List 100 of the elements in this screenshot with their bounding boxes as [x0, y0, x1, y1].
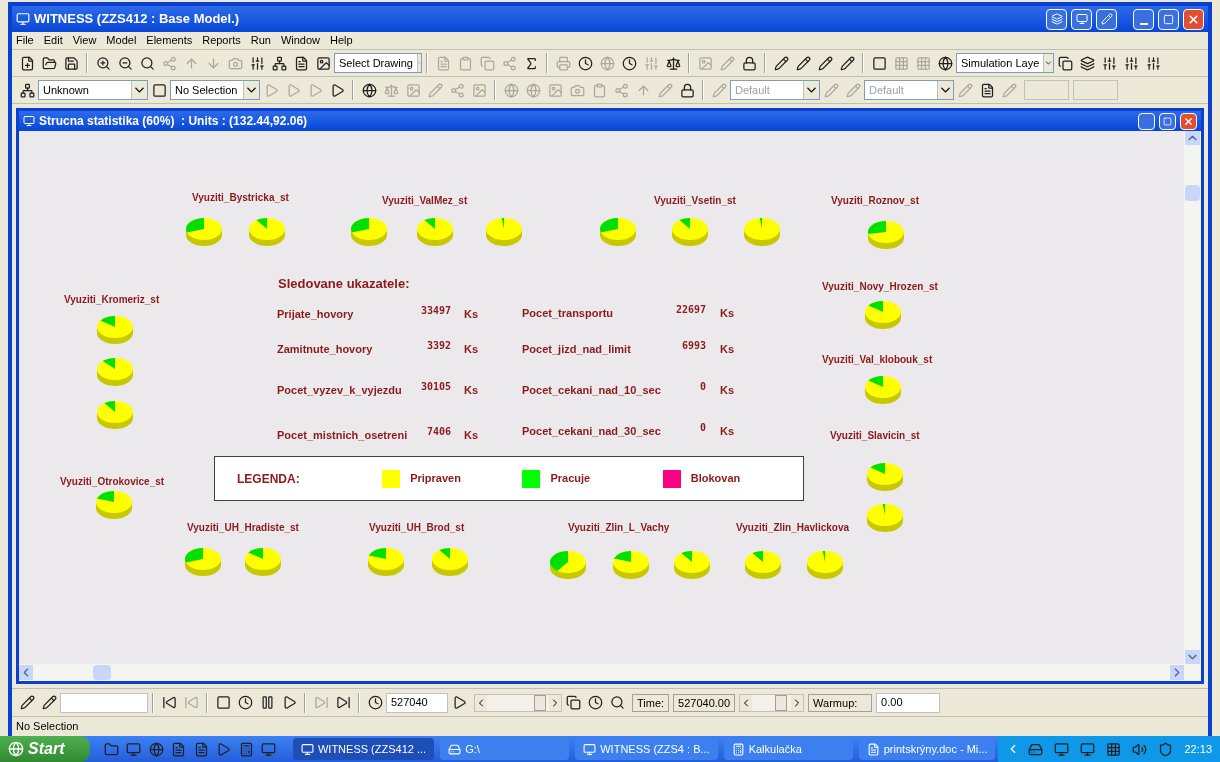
- utilization-pie: [243, 547, 283, 577]
- utilization-pie: [611, 550, 651, 580]
- title-tool-button[interactable]: [1096, 8, 1117, 30]
- selection-select[interactable]: No Selection: [170, 80, 260, 100]
- document-title: Strucna statistika (60%) : Units : (132.44,92.06): [39, 113, 308, 130]
- utilization-pie: [742, 217, 782, 247]
- scrollbar-thumb[interactable]: [1185, 185, 1200, 201]
- maximize-button[interactable]: [1159, 112, 1176, 130]
- indicator-unit: Ks: [720, 424, 735, 439]
- title-tool-button[interactable]: [1071, 8, 1092, 30]
- utilization-pie: [349, 217, 389, 247]
- slider-thumb[interactable]: [533, 694, 546, 711]
- drawing-select[interactable]: Select Drawing: [334, 53, 422, 73]
- menu-item[interactable]: Edit: [43, 32, 63, 49]
- utilization-pie: [95, 357, 135, 387]
- utilization-pie: [366, 547, 406, 577]
- speed-slider[interactable]: [487, 694, 549, 711]
- stats-title: Sledovane ukazatele:: [278, 275, 410, 293]
- station-label: Vyuziti_Val_klobouk_st: [822, 353, 933, 367]
- time-field: 527040.00: [673, 693, 736, 712]
- time-slider[interactable]: [752, 694, 792, 711]
- utilization-pie: [95, 400, 135, 430]
- minimize-button[interactable]: [1133, 8, 1154, 30]
- menu-item[interactable]: View: [72, 32, 97, 49]
- indicator-value: 6993: [681, 339, 706, 353]
- blank-field[interactable]: [1024, 80, 1069, 100]
- close-button[interactable]: [1183, 8, 1204, 30]
- taskbar-button[interactable]: printskrýny.doc - Mi...: [858, 738, 996, 760]
- station-label: Vyuziti_UH_Brod_st: [369, 521, 465, 535]
- scroll-right-icon[interactable]: [1170, 665, 1184, 680]
- utilization-pie: [247, 217, 287, 247]
- indicator-value: 0: [699, 421, 706, 435]
- legend-label: Pripraven: [410, 471, 461, 487]
- dropdown-icon: [243, 81, 259, 99]
- station-label: Vyuziti_Vsetin_st: [654, 194, 736, 208]
- indicator-value: 22697: [675, 303, 706, 317]
- minimize-button[interactable]: [1138, 112, 1155, 130]
- menu-item[interactable]: Help: [330, 32, 353, 49]
- indicator-unit: Ks: [464, 383, 479, 398]
- menu-item[interactable]: File: [16, 32, 34, 49]
- scrollbar-thumb[interactable]: [93, 665, 111, 680]
- scroll-left-icon[interactable]: [19, 665, 33, 680]
- horizontal-scrollbar[interactable]: [19, 664, 1201, 681]
- taskbar-button[interactable]: WITNESS (ZZS4 : B...: [575, 738, 718, 760]
- text-field[interactable]: [60, 692, 148, 713]
- indicator-label: Zamitnute_hovory: [277, 342, 373, 357]
- utilization-pie: [865, 503, 905, 533]
- utilization-pie: [184, 217, 224, 247]
- window-title: WITNESS (ZZS412 : Base Model.): [34, 10, 240, 29]
- indicator-label: Pocet_cekani_nad_10_sec: [522, 383, 661, 398]
- app-icon: [300, 742, 314, 756]
- warmup-field[interactable]: 0.00: [876, 692, 941, 713]
- indicator-label: Pocet_cekani_nad_30_sec: [522, 424, 661, 439]
- app-icon: [731, 742, 745, 756]
- menu-item[interactable]: Run: [250, 32, 271, 49]
- station-label: Vyuziti_Kromeriz_st: [64, 293, 160, 307]
- indicator-value: 33497: [420, 304, 451, 318]
- close-button[interactable]: [1180, 112, 1197, 130]
- app-icon: [583, 742, 597, 756]
- menu-item[interactable]: Window: [280, 32, 321, 49]
- station-label: Vyuziti_Bystricka_st: [192, 191, 289, 205]
- legend-title: LEGENDA:: [237, 470, 301, 488]
- maximize-button[interactable]: [1158, 8, 1179, 30]
- station-label: Vyuziti_Zlin_Havlickova: [736, 521, 849, 535]
- scroll-down-icon[interactable]: [1185, 650, 1200, 664]
- station-label: Vyuziti_Otrokovice_st: [60, 475, 165, 489]
- utilization-pie: [863, 375, 903, 405]
- indicator-unit: Ks: [464, 428, 479, 443]
- station-label: Vyuziti_ValMez_st: [382, 194, 468, 208]
- title-tool-button[interactable]: [1046, 8, 1067, 30]
- station-label: Vyuziti_Roznov_st: [831, 194, 919, 208]
- dropdown-icon: [1043, 54, 1053, 72]
- legend-label: Pracuje: [550, 471, 591, 487]
- taskbar-button[interactable]: Kalkulačka: [723, 738, 853, 760]
- dropdown-icon: [417, 54, 421, 72]
- utilization-pie: [548, 550, 588, 580]
- taskbar-button[interactable]: G:\: [440, 738, 570, 760]
- scroll-up-icon[interactable]: [1185, 131, 1200, 145]
- menu-item[interactable]: Elements: [146, 32, 193, 49]
- indicator-value: 7406: [426, 425, 451, 439]
- menu-item[interactable]: Model: [106, 32, 137, 49]
- type-select[interactable]: Unknown: [38, 80, 148, 100]
- layer-select[interactable]: Simulation Laye: [956, 53, 1054, 73]
- utilization-pie: [183, 547, 223, 577]
- close-icon: [1183, 115, 1194, 127]
- vertical-scrollbar[interactable]: [1184, 131, 1201, 664]
- run-until-field[interactable]: 527040: [386, 692, 448, 713]
- utilization-pie: [94, 490, 134, 520]
- utilization-pie: [865, 462, 905, 492]
- menu-item[interactable]: Reports: [202, 32, 241, 49]
- maximize-icon: [1163, 13, 1174, 25]
- maximize-icon: [1163, 116, 1172, 126]
- blank-field[interactable]: [1073, 80, 1118, 100]
- indicator-unit: Ks: [720, 306, 735, 321]
- utilization-pie: [866, 220, 906, 250]
- monitor-icon: [1075, 13, 1088, 25]
- taskbar-button[interactable]: WITNESS (ZZS412 ...: [292, 738, 435, 760]
- slider-thumb[interactable]: [775, 694, 788, 711]
- warmup-label: Warmup:: [808, 693, 873, 712]
- indicator-label: Prijate_hovory: [277, 307, 354, 322]
